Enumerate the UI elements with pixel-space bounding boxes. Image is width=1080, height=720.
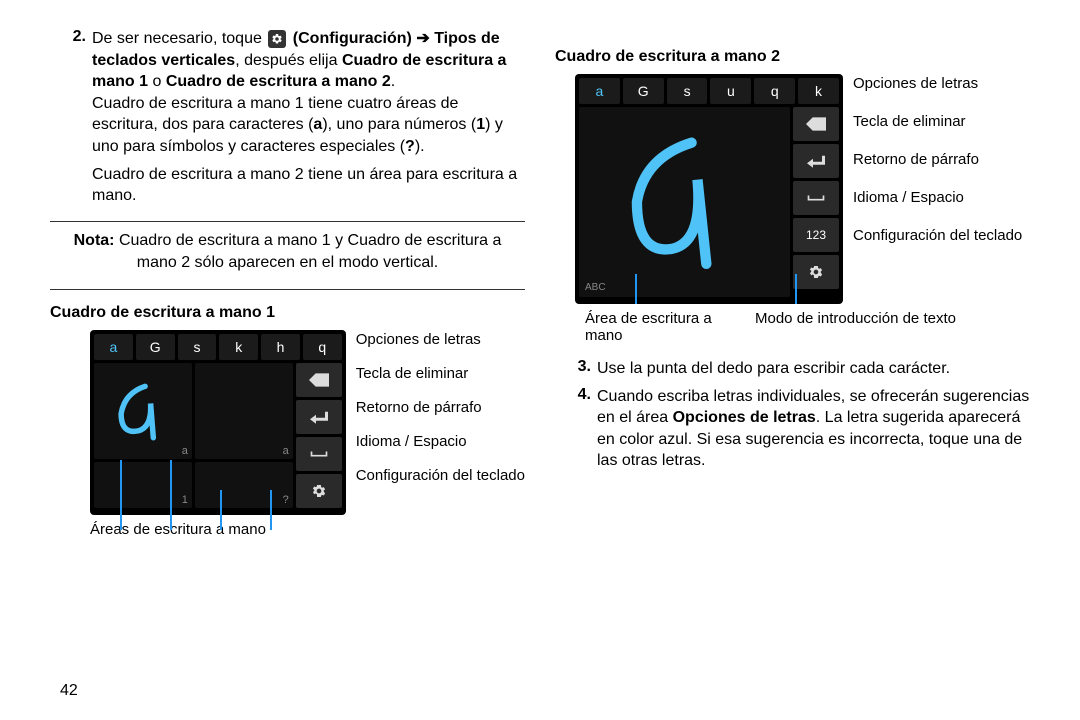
note: Nota: Cuadro de escritura a mano 1 y Cua… bbox=[50, 230, 525, 275]
letter-option: h bbox=[261, 334, 300, 360]
letter-option: u bbox=[710, 78, 751, 104]
callout-label: Áreas de escritura a mano bbox=[90, 521, 266, 538]
section-1-title: Cuadro de escritura a mano 1 bbox=[50, 304, 525, 322]
divider bbox=[50, 289, 525, 290]
handwriting-box-1: a G s k h q a a bbox=[90, 330, 346, 515]
letter-option: s bbox=[178, 334, 217, 360]
step-4-num: 4. bbox=[555, 386, 591, 404]
section-2-title: Cuadro de escritura a mano 2 bbox=[555, 48, 1030, 66]
delete-key bbox=[296, 363, 342, 397]
handwriting-area: a bbox=[195, 363, 293, 459]
callout-label: Tecla de eliminar bbox=[356, 365, 525, 383]
letter-option: a bbox=[579, 78, 620, 104]
para-2: Cuadro de escritura a mano 2 tiene un ár… bbox=[92, 164, 525, 207]
enter-key bbox=[793, 144, 839, 178]
step-3-num: 3. bbox=[555, 358, 591, 376]
step-2-num: 2. bbox=[50, 28, 86, 46]
handwriting-box-2: a G s u q k ABC 123 bbox=[575, 74, 843, 304]
callout-label: Retorno de párrafo bbox=[853, 151, 1022, 169]
step-2-text: De ser necesario, toque (Configuración) … bbox=[92, 28, 525, 158]
page-number: 42 bbox=[60, 682, 78, 700]
letter-option: G bbox=[623, 78, 664, 104]
callout-label: Configuración del teclado bbox=[356, 467, 525, 485]
callout-label: Tecla de eliminar bbox=[853, 113, 1022, 131]
callout-label: Retorno de párrafo bbox=[356, 399, 525, 417]
letter-option: q bbox=[303, 334, 342, 360]
settings-key bbox=[296, 474, 342, 508]
mode-123-key: 123 bbox=[793, 218, 839, 252]
step-4-text: Cuando escriba letras individuales, se o… bbox=[597, 386, 1030, 472]
step-3-text: Use la punta del dedo para escribir cada… bbox=[597, 358, 1030, 380]
callout-label: Área de escritura a mano bbox=[585, 310, 725, 344]
callout-label: Opciones de letras bbox=[853, 75, 1022, 93]
settings-key bbox=[793, 255, 839, 289]
handwriting-area: 1 bbox=[94, 462, 192, 508]
callout-label: Modo de introducción de texto bbox=[755, 310, 956, 344]
delete-key bbox=[793, 107, 839, 141]
callout-label: Configuración del teclado bbox=[853, 227, 1022, 245]
space-key bbox=[793, 181, 839, 215]
gear-icon bbox=[268, 30, 286, 48]
handwriting-area: ? bbox=[195, 462, 293, 508]
letter-option: q bbox=[754, 78, 795, 104]
letter-option: G bbox=[136, 334, 175, 360]
letter-option: k bbox=[798, 78, 839, 104]
callout-label: Idioma / Espacio bbox=[853, 189, 1022, 207]
letter-option: a bbox=[94, 334, 133, 360]
space-key bbox=[296, 437, 342, 471]
handwriting-area: a bbox=[94, 363, 192, 459]
letter-option: s bbox=[667, 78, 708, 104]
letter-option: k bbox=[219, 334, 258, 360]
divider bbox=[50, 221, 525, 222]
enter-key bbox=[296, 400, 342, 434]
callout-label: Opciones de letras bbox=[356, 331, 525, 349]
handwriting-area: ABC bbox=[579, 107, 790, 297]
callout-label: Idioma / Espacio bbox=[356, 433, 525, 451]
